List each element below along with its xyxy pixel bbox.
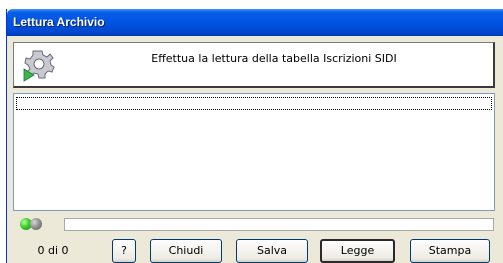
- dialog-window: Lettura Archivio Effettua la lettura del…: [6, 9, 503, 263]
- help-button[interactable]: ?: [112, 239, 136, 263]
- record-counter: 0 di 0: [37, 244, 69, 257]
- title-bar[interactable]: Lettura Archivio: [7, 9, 503, 36]
- gear-icon: [23, 50, 55, 82]
- gray-led-icon: [30, 218, 42, 230]
- save-button[interactable]: Salva: [236, 239, 308, 263]
- window-title: Lettura Archivio: [13, 15, 105, 29]
- progress-bar: [64, 218, 494, 231]
- header-description: Effettua la lettura della tabella Iscriz…: [151, 52, 397, 65]
- print-button[interactable]: Stampa: [410, 239, 490, 263]
- close-button[interactable]: Chiudi: [150, 239, 222, 263]
- log-list[interactable]: [13, 93, 495, 211]
- read-button[interactable]: Legge: [320, 239, 395, 263]
- header-panel: Effettua la lettura della tabella Iscriz…: [13, 42, 495, 88]
- list-item[interactable]: [16, 97, 492, 110]
